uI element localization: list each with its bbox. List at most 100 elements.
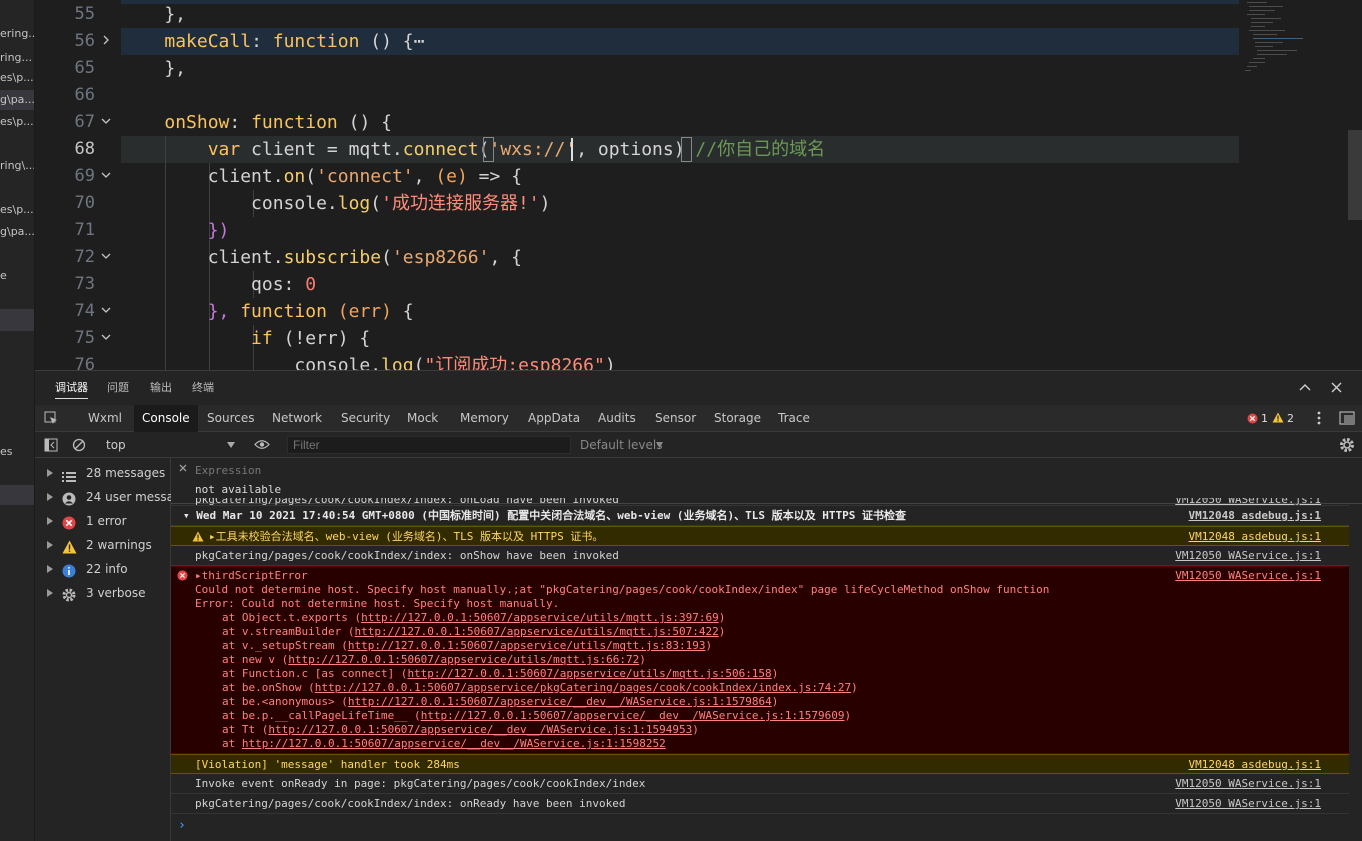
sidebar-filter-list[interactable]: 28 messages [35, 461, 171, 485]
explorer-item[interactable]: e [0, 266, 34, 286]
explorer-item[interactable]: es\p... [0, 112, 34, 132]
clear-console-icon[interactable] [72, 438, 86, 452]
code-line[interactable]: }, function (err) { [121, 298, 1241, 325]
explorer-item[interactable]: g\pa... [0, 90, 34, 110]
code-line[interactable]: client.subscribe('esp8266', { [121, 244, 1241, 271]
chevron-up-icon[interactable] [1299, 382, 1311, 392]
stack-frame-link[interactable]: http://127.0.0.1:50607/appservice/__dev_… [421, 709, 845, 722]
editor-scrollbar[interactable] [1348, 0, 1362, 370]
log-violation[interactable]: [Violation] 'message' handler took 284ms… [171, 754, 1349, 774]
code-line[interactable]: onShow: function () { [121, 109, 1241, 136]
tab-debugger[interactable]: 调试器 [55, 371, 88, 405]
code-line[interactable]: }) [121, 217, 1241, 244]
log-source-link[interactable]: VM12050 WAService.js:1 [1175, 569, 1321, 583]
fold-collapse-icon[interactable] [101, 116, 113, 128]
sidebar-filter-warning[interactable]: 2 warnings [35, 533, 171, 557]
devtools-tab-security[interactable]: Security [341, 405, 390, 432]
log-source-link[interactable]: VM12050 WAService.js:1 [1175, 546, 1321, 566]
code-line[interactable]: console.log('成功连接服务器!') [121, 190, 1241, 217]
devtools-tab-trace[interactable]: Trace [778, 405, 810, 432]
log-levels-select[interactable]: Default levels [580, 432, 663, 458]
dock-icon[interactable] [1339, 411, 1355, 425]
stack-frame-link[interactable]: http://127.0.0.1:50607/appservice/utils/… [348, 639, 706, 652]
devtools-tab-audits[interactable]: Audits [598, 405, 636, 432]
log-source-link[interactable]: VM12048 asdebug.js:1 [1189, 506, 1321, 526]
stack-frame-link[interactable]: http://127.0.0.1:50607/appservice/utils/… [354, 625, 718, 638]
devtools-tab-console[interactable]: Console [134, 405, 198, 432]
sidebar-filter-gear[interactable]: 3 verbose [35, 581, 171, 605]
stack-frame-link[interactable]: http://127.0.0.1:50607/appservice/utils/… [407, 667, 771, 680]
log-entry[interactable]: Invoke event onReady in page: pkgCaterin… [171, 774, 1349, 794]
log-error[interactable]: ▸thirdScriptError VM12050 WAService.js:1 C… [171, 566, 1349, 754]
close-expression-icon[interactable] [179, 462, 187, 475]
context-select[interactable]: top [97, 432, 239, 458]
warning-count[interactable]: 2 [1287, 405, 1294, 432]
devtools-tab-appdata[interactable]: AppData [528, 405, 580, 432]
minimap[interactable] [1243, 0, 1343, 80]
code-line[interactable]: }, [121, 1, 1241, 28]
log-source-link[interactable]: VM12050 WAService.js:1 [1175, 774, 1321, 794]
log-group-header[interactable]: ▾ Wed Mar 10 2021 17:40:54 GMT+0800 (中国标… [171, 506, 1349, 526]
tab-terminal[interactable]: 终端 [192, 371, 214, 405]
code-line[interactable]: makeCall: function () {⋯ [121, 28, 1241, 55]
explorer-item-selected[interactable] [0, 485, 34, 505]
console-output[interactable]: Expression not available pkgCatering/pages… [171, 458, 1362, 841]
log-source-link[interactable]: VM12050 WAService.js:1 [1175, 794, 1321, 814]
code-line[interactable]: }, [121, 55, 1241, 82]
devtools-tab-memory[interactable]: Memory [460, 405, 509, 432]
log-source-link[interactable]: VM12048 asdebug.js:1 [1189, 527, 1321, 547]
console-prompt[interactable]: › [178, 818, 186, 833]
filter-input[interactable] [287, 436, 571, 454]
sidebar-filter-error[interactable]: 1 error [35, 509, 171, 533]
error-title[interactable]: ▸thirdScriptError [195, 569, 308, 583]
devtools-tab-sources[interactable]: Sources [207, 405, 254, 432]
log-entry[interactable]: pkgCatering/pages/cook/cookIndex/index: … [171, 498, 1349, 506]
devtools-tab-storage[interactable]: Storage [714, 405, 761, 432]
devtools-tab-network[interactable]: Network [272, 405, 322, 432]
explorer-item[interactable]: ring\... [0, 156, 34, 176]
close-icon[interactable] [1331, 382, 1342, 393]
explorer-item[interactable]: es\p... [0, 200, 34, 220]
code-editor[interactable]: 55 56 65 66 67 68 69 70 71 72 73 74 75 76 }, makeCall… [35, 0, 1362, 370]
error-count[interactable]: 1 [1261, 405, 1268, 432]
editor-scrollbar-thumb[interactable] [1348, 130, 1362, 220]
stack-frame-link[interactable]: http://127.0.0.1:50607/appservice/__dev_… [348, 695, 772, 708]
more-options-icon[interactable] [1317, 411, 1321, 425]
log-source-link[interactable]: VM12050 WAService.js:1 [1175, 498, 1321, 505]
stack-frame-link[interactable]: http://127.0.0.1:50607/appservice/utils/… [361, 611, 719, 624]
log-warning[interactable]: ▸工具未校验合法域名、web-view (业务域名)、TLS 版本以及 HTTP… [171, 526, 1349, 546]
inspect-element-icon[interactable] [44, 411, 58, 425]
tab-output[interactable]: 输出 [150, 371, 172, 405]
log-entry[interactable]: pkgCatering/pages/cook/cookIndex/index: … [171, 546, 1349, 566]
devtools-tab-mock[interactable]: Mock [407, 405, 438, 432]
explorer-item[interactable]: ering... [0, 24, 34, 44]
code-line[interactable]: if (!err) { [121, 325, 1241, 352]
fold-collapse-icon[interactable] [101, 332, 113, 344]
fold-expand-icon[interactable] [101, 35, 113, 47]
explorer-item[interactable]: es [0, 442, 34, 462]
explorer-item-selected[interactable] [0, 309, 34, 331]
stack-frame-link[interactable]: http://127.0.0.1:50607/appservice/__dev_… [268, 723, 692, 736]
sidebar-toggle-icon[interactable] [44, 438, 58, 452]
expression-input[interactable]: Expression [195, 464, 261, 477]
devtools-tab-wxml[interactable]: Wxml [88, 405, 122, 432]
log-entry[interactable]: pkgCatering/pages/cook/cookIndex/index: … [171, 794, 1349, 814]
code-line[interactable]: qos: 0 [121, 271, 1241, 298]
explorer-item[interactable]: es\p... [0, 68, 34, 88]
stack-frame-link[interactable]: http://127.0.0.1:50607/appservice/__dev_… [242, 737, 666, 750]
fold-collapse-icon[interactable] [101, 251, 113, 263]
fold-collapse-icon[interactable] [101, 170, 113, 182]
stack-frame-link[interactable]: http://127.0.0.1:50607/appservice/utils/… [288, 653, 639, 666]
fold-collapse-icon[interactable] [101, 305, 113, 317]
stack-frame-link[interactable]: http://127.0.0.1:50607/appservice/pkgCat… [315, 681, 851, 694]
explorer-item[interactable]: g\pa... [0, 222, 34, 242]
log-source-link[interactable]: VM12048 asdebug.js:1 [1189, 755, 1321, 775]
explorer-item[interactable]: ring... [0, 48, 34, 68]
sidebar-filter-info[interactable]: 22 info [35, 557, 171, 581]
eye-icon[interactable] [254, 439, 270, 450]
code-line[interactable] [121, 82, 1241, 109]
code-line[interactable]: console.log("订阅成功:esp8266") [121, 352, 1241, 370]
code-area[interactable]: }, makeCall: function () {⋯ }, onShow: f… [121, 0, 1261, 370]
settings-gear-icon[interactable] [1339, 437, 1355, 453]
sidebar-filter-user[interactable]: 24 user messa... [35, 485, 171, 509]
